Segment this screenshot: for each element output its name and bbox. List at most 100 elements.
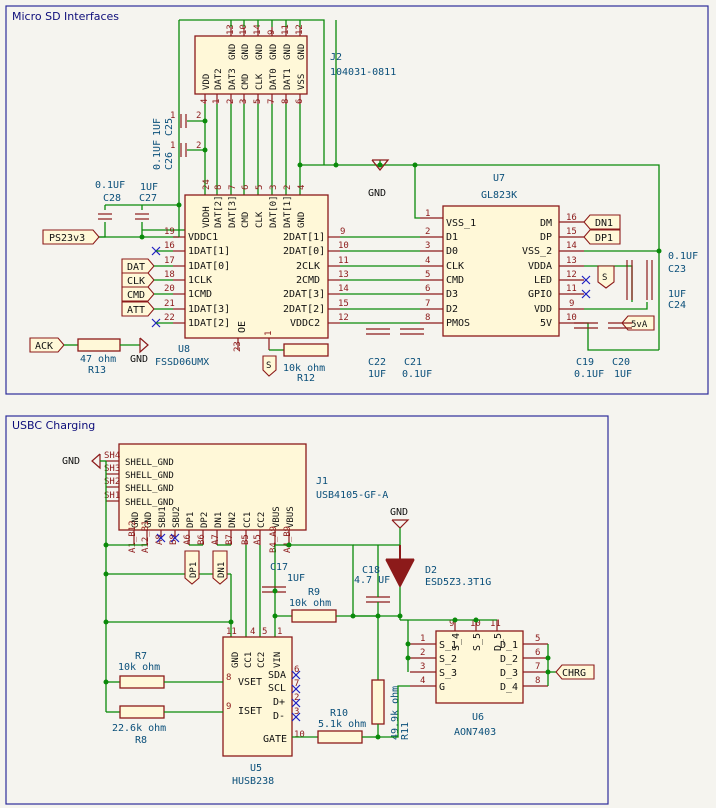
c20-value: 1UF bbox=[614, 369, 632, 380]
svg-text:8: 8 bbox=[535, 676, 540, 686]
svg-text:2CMD: 2CMD bbox=[296, 275, 320, 286]
usbc-title: USBC Charging bbox=[12, 419, 95, 432]
svg-text:4: 4 bbox=[420, 676, 425, 686]
svg-text:3: 3 bbox=[420, 662, 425, 672]
svg-text:VSS_1: VSS_1 bbox=[446, 218, 476, 229]
svg-text:DAT[2]: DAT[2] bbox=[214, 195, 224, 228]
svg-text:D_4: D_4 bbox=[500, 682, 518, 693]
svg-text:DAT[1]: DAT[1] bbox=[283, 195, 293, 228]
gnd-symbol-j1: GND bbox=[62, 453, 107, 501]
svg-text:8: 8 bbox=[425, 313, 430, 323]
label-s: S bbox=[602, 273, 607, 283]
svg-text:CMD: CMD bbox=[241, 212, 251, 228]
u7-chip: VSS_1 D1 D0 CLK CMD D3 D2 PMOS DM DP VSS… bbox=[420, 173, 584, 337]
svg-text:9: 9 bbox=[226, 702, 231, 712]
j2-pinnum: 5 bbox=[253, 99, 263, 104]
svg-text:GATE: GATE bbox=[263, 734, 287, 745]
svg-text:47 ohm: 47 ohm bbox=[80, 354, 116, 365]
svg-text:VDDH: VDDH bbox=[202, 206, 212, 228]
svg-text:D1: D1 bbox=[446, 232, 458, 243]
svg-text:1UF: 1UF bbox=[140, 182, 158, 193]
j2-pinnum: 1 bbox=[212, 99, 222, 104]
j1-ref: J1 bbox=[316, 476, 328, 487]
j2-pinnum: 9 bbox=[267, 30, 277, 35]
label-ack: ACK bbox=[35, 341, 53, 352]
svg-text:GND: GND bbox=[231, 652, 241, 668]
svg-text:LED: LED bbox=[534, 275, 552, 286]
svg-text:DAT[0]: DAT[0] bbox=[269, 195, 279, 228]
u8-u7-wires bbox=[340, 236, 420, 324]
cap-c25: 21 1UF C25 bbox=[152, 111, 201, 136]
svg-text:D0: D0 bbox=[446, 246, 458, 257]
svg-text:5V: 5V bbox=[540, 318, 552, 329]
label-ps23v3: PS23v3 bbox=[49, 233, 85, 244]
svg-text:DN1: DN1 bbox=[214, 512, 224, 528]
label-5va: 5vA bbox=[631, 320, 648, 330]
j2-pin-gnd: GND bbox=[241, 44, 251, 60]
j2-pinnum: 4 bbox=[200, 99, 210, 104]
svg-text:B6: B6 bbox=[197, 534, 207, 545]
j2-pin-dat3: DAT3 bbox=[228, 68, 238, 90]
microsd-title: Micro SD Interfaces bbox=[12, 10, 119, 23]
label-chrg: CHRG bbox=[562, 668, 586, 679]
svg-text:GND: GND bbox=[297, 212, 307, 228]
svg-text:CLK: CLK bbox=[446, 261, 464, 272]
svg-text:VBUS: VBUS bbox=[272, 506, 282, 528]
svg-text:R7: R7 bbox=[135, 651, 147, 662]
u7-ref: U7 bbox=[493, 173, 505, 184]
svg-text:2: 2 bbox=[425, 227, 430, 237]
svg-text:24: 24 bbox=[202, 179, 212, 190]
resistor-r9: R9 10k ohm bbox=[275, 587, 378, 623]
svg-text:49.9k ohm: 49.9k ohm bbox=[390, 686, 401, 740]
svg-text:CC1: CC1 bbox=[244, 652, 254, 668]
j2-pin-vdd: VDD bbox=[202, 74, 212, 90]
svg-text:2: 2 bbox=[196, 111, 201, 121]
label-cmd: CMD bbox=[127, 290, 145, 301]
svg-text:CC2: CC2 bbox=[257, 512, 267, 528]
svg-text:14: 14 bbox=[338, 284, 349, 294]
svg-text:R11: R11 bbox=[400, 722, 411, 740]
svg-text:18: 18 bbox=[164, 270, 175, 280]
svg-text:S_2: S_2 bbox=[439, 654, 457, 665]
svg-text:10: 10 bbox=[566, 313, 577, 323]
svg-text:1: 1 bbox=[264, 331, 274, 336]
c20-ref: C20 bbox=[612, 357, 630, 368]
svg-text:2DAT[0]: 2DAT[0] bbox=[283, 246, 325, 257]
svg-text:A1_B12: A1_B12 bbox=[128, 520, 138, 553]
svg-text:A7: A7 bbox=[211, 534, 221, 545]
svg-text:SHELL_GND: SHELL_GND bbox=[125, 458, 174, 468]
j2-pin-gnd: GND bbox=[283, 44, 293, 60]
u8-chip: VDDH DAT[2] DAT[3] CMD CLK DAT[0] DAT[1]… bbox=[155, 179, 349, 368]
svg-text:5: 5 bbox=[262, 627, 267, 637]
resistor-r7: R7 10k ohm bbox=[106, 651, 223, 689]
svg-text:3: 3 bbox=[425, 241, 430, 251]
svg-text:VDDA: VDDA bbox=[528, 261, 552, 272]
gnd-label: GND bbox=[390, 507, 408, 518]
svg-text:DM: DM bbox=[540, 218, 552, 229]
resistor-r10: R10 5.1k ohm bbox=[292, 708, 378, 744]
svg-text:D2: D2 bbox=[425, 565, 437, 576]
svg-text:VDDC2: VDDC2 bbox=[290, 318, 320, 329]
schematic-canvas: Micro SD Interfaces USBC Charging VDD DA… bbox=[5, 5, 709, 805]
svg-text:4.7 UF: 4.7 UF bbox=[354, 575, 390, 586]
svg-text:D2: D2 bbox=[446, 304, 458, 315]
svg-text:C21: C21 bbox=[404, 357, 422, 368]
j2-pinnum: 3 bbox=[239, 99, 249, 104]
svg-text:6: 6 bbox=[241, 185, 251, 190]
j2-pin-gnd: GND bbox=[269, 44, 279, 60]
svg-text:D+: D+ bbox=[273, 697, 285, 708]
svg-text:C25: C25 bbox=[164, 118, 175, 136]
svg-text:S_3: S_3 bbox=[439, 668, 457, 679]
u5-value: HUSB238 bbox=[232, 776, 274, 787]
svg-text:5: 5 bbox=[425, 270, 430, 280]
u6-ref: U6 bbox=[472, 712, 484, 723]
u8-net-labels: PS23v3 DAT CLK CMD ATT bbox=[42, 205, 180, 317]
svg-text:1DAT[0]: 1DAT[0] bbox=[188, 261, 230, 272]
svg-text:4: 4 bbox=[297, 185, 307, 190]
svg-text:13: 13 bbox=[566, 256, 577, 266]
c19-ref: C19 bbox=[576, 357, 594, 368]
j1-value: USB4105-GF-A bbox=[316, 490, 388, 501]
cap-c17: C17 1UF bbox=[262, 562, 305, 593]
j2-pin-dat0: DAT0 bbox=[269, 68, 279, 90]
svg-text:4: 4 bbox=[250, 627, 255, 637]
